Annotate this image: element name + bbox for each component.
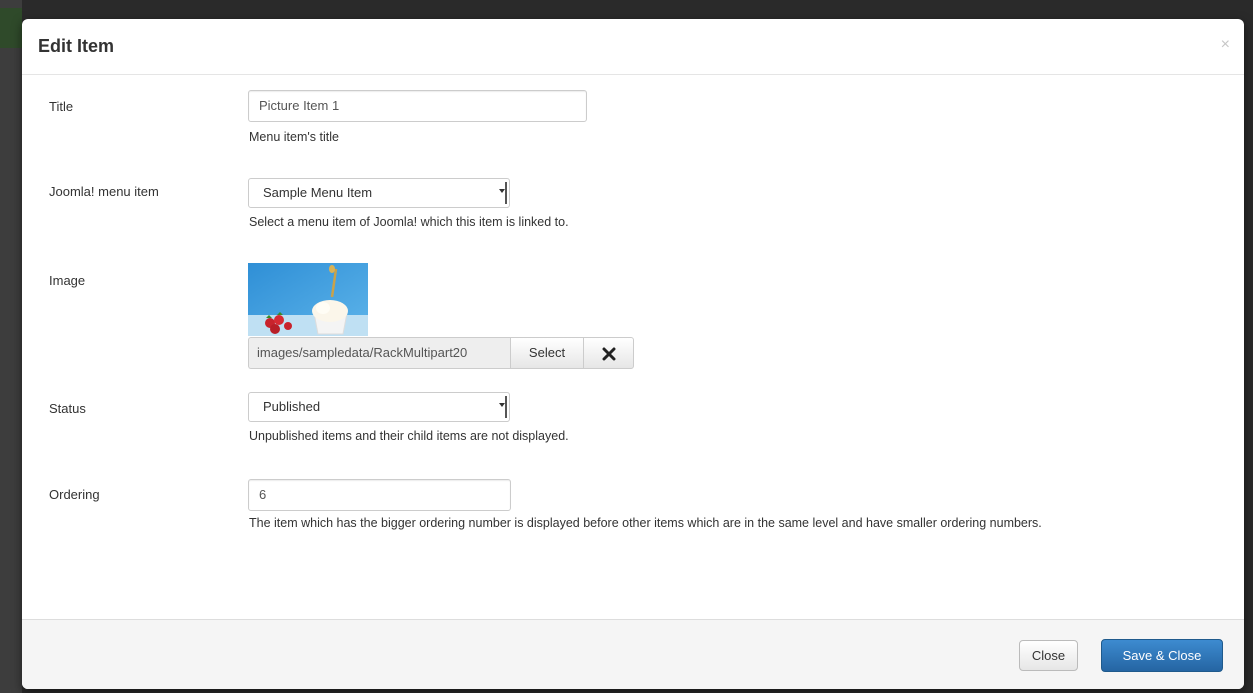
- title-help: Menu item's title: [249, 130, 339, 144]
- status-help: Unpublished items and their child items …: [249, 429, 569, 443]
- chevron-down-icon: [499, 189, 505, 193]
- modal-header: Edit Item ×: [22, 19, 1244, 75]
- title-label: Title: [49, 99, 74, 114]
- close-icon[interactable]: ×: [1221, 37, 1230, 53]
- title-input[interactable]: Picture Item 1: [248, 90, 587, 122]
- image-select-button[interactable]: Select: [510, 337, 584, 369]
- status-select[interactable]: Published: [248, 392, 510, 422]
- background-header: [0, 8, 22, 48]
- image-label: Image: [49, 273, 86, 288]
- close-button[interactable]: Close: [1019, 640, 1078, 671]
- chevron-down-icon: [499, 403, 505, 407]
- image-path-field: images/sampledata/RackMultipart20: [248, 337, 510, 369]
- ordering-label: Ordering: [49, 487, 100, 502]
- status-selected: Published: [263, 399, 321, 414]
- edit-item-modal: Edit Item × Title Picture Item 1 Menu it…: [22, 19, 1244, 689]
- menu-item-help: Select a menu item of Joomla! which this…: [249, 215, 569, 229]
- image-thumbnail: [248, 263, 368, 336]
- status-label: Status: [49, 401, 86, 416]
- image-clear-button[interactable]: [583, 337, 634, 369]
- select-edge: [500, 182, 507, 204]
- menu-item-select[interactable]: Sample Menu Item: [248, 178, 510, 208]
- menu-item-label: Joomla! menu item: [49, 184, 159, 199]
- background-page: [0, 0, 22, 693]
- menu-item-selected: Sample Menu Item: [263, 185, 373, 200]
- modal-footer: Close Save & Close: [22, 619, 1244, 689]
- save-close-button[interactable]: Save & Close: [1101, 639, 1223, 672]
- times-icon: [602, 347, 615, 361]
- ordering-help: The item which has the bigger ordering n…: [249, 516, 1042, 530]
- select-edge: [500, 396, 507, 418]
- ordering-input[interactable]: 6: [248, 479, 511, 511]
- modal-title: Edit Item: [38, 36, 115, 56]
